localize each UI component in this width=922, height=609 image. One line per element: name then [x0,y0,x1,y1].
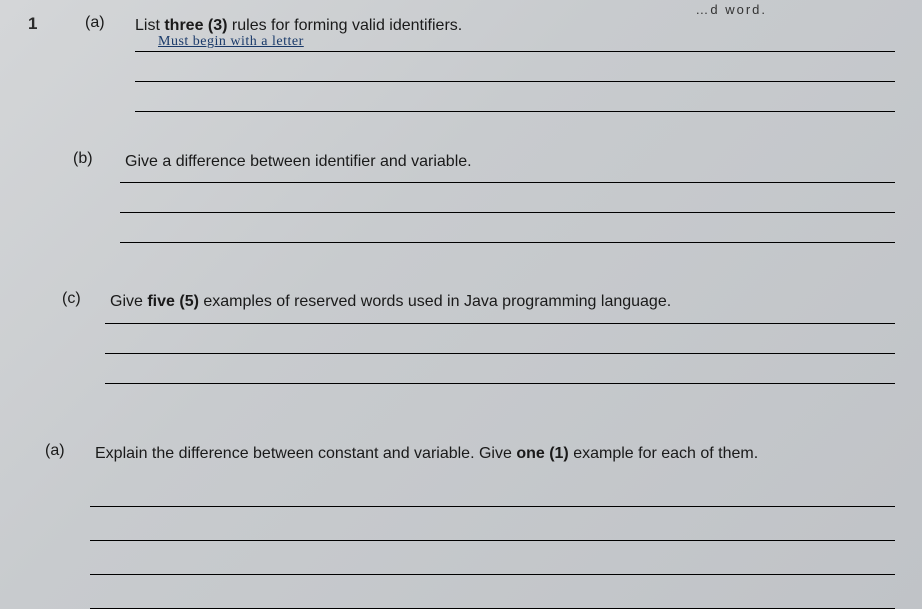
handwritten-answer-a1: Must begin with a letter [158,34,304,50]
part-label-a2: (a) [45,442,65,460]
answer-line [90,506,895,507]
question-c: Give five (5) examples of reserved words… [110,290,671,314]
part-label-a1: (a) [85,14,105,32]
q-c-bold: five (5) [147,293,199,310]
q-a1-pre: List [135,17,164,34]
q-a1-post: rules for forming valid identifiers. [227,17,462,34]
worksheet-page: …d word. 1 (a) List three (3) rules for … [10,10,897,599]
q-a2-pre: Explain the difference between constant … [95,445,516,462]
part-label-c: (c) [62,290,81,308]
answer-line [135,81,895,82]
q-a1-bold: three (3) [164,17,227,34]
answer-line [120,212,895,213]
answer-line [90,574,895,575]
q-a2-bold: one (1) [516,445,568,462]
q-a2-post: example for each of them. [569,445,758,462]
q-c-pre: Give [110,293,147,310]
question-b: Give a difference between identifier and… [125,150,472,174]
answer-line [120,242,895,243]
header-fragment: …d word. [695,2,767,17]
answer-line [105,353,895,354]
handwritten-text: Must begin with a letter [158,34,304,49]
question-number: 1 [28,14,37,34]
answer-line [105,323,895,324]
question-a2: Explain the difference between constant … [95,442,895,466]
answer-line [135,111,895,112]
answer-line [105,383,895,384]
answer-line [90,540,895,541]
part-label-b: (b) [73,150,93,168]
answer-line [120,182,895,183]
answer-line [135,51,895,52]
q-c-post: examples of reserved words used in Java … [199,293,671,310]
